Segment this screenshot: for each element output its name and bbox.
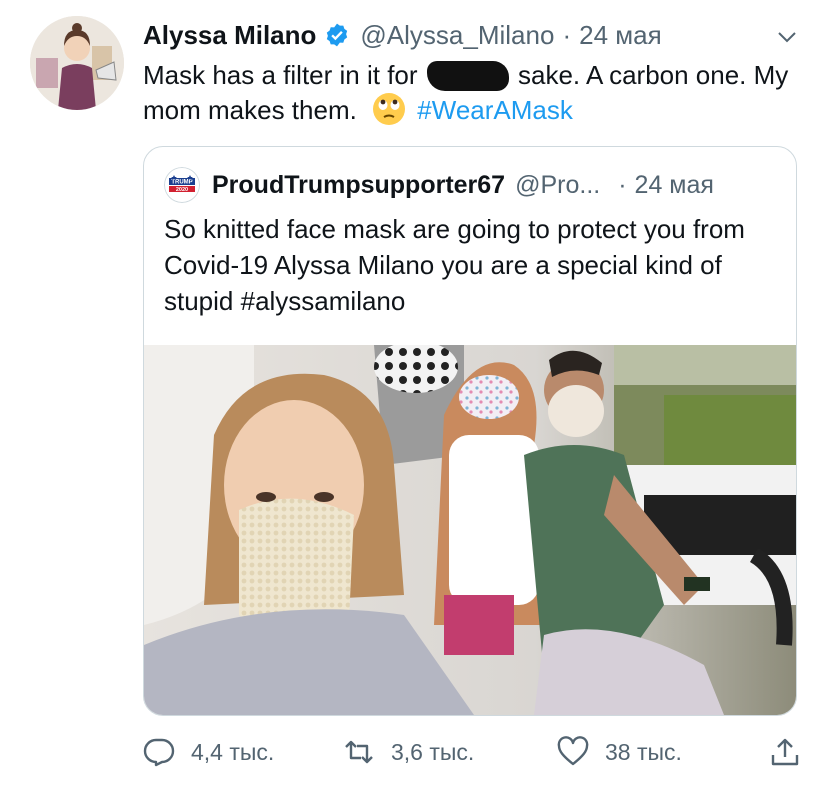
quoted-text: So knitted face mask are going to protec…	[164, 214, 745, 316]
tweet-header: Alyssa Milano @Alyssa_Milano · 24 мая	[143, 20, 803, 50]
tweet-text: Mask has a filter in it for sake. A carb…	[143, 58, 813, 127]
reply-icon	[143, 738, 175, 767]
author-handle[interactable]: @Alyssa_Milano	[360, 20, 554, 51]
tweet-date[interactable]: 24 мая	[579, 20, 662, 51]
quoted-separator-dot: ·	[618, 170, 627, 199]
tweet-actions: 4,4 тыс. 3,6 тыс. 38 тыс.	[143, 732, 813, 772]
quoted-author-handle[interactable]: @Pro...	[515, 171, 600, 200]
face-with-rolling-eyes-icon	[373, 93, 406, 125]
share-button[interactable]	[769, 732, 817, 772]
hashtag-link[interactable]: #WearAMask	[417, 95, 573, 125]
quoted-date[interactable]: 24 мая	[635, 171, 714, 200]
like-count: 38 тыс.	[605, 738, 682, 765]
verified-badge-icon	[327, 23, 348, 47]
quoted-avatar-text-1: TRUMP	[171, 180, 192, 186]
quoted-tweet-card[interactable]: TRUMP 2020 ProudTrumpsupporter67 @Pro...…	[143, 146, 797, 716]
quoted-photo[interactable]	[144, 345, 796, 715]
redaction-mark	[426, 61, 509, 91]
quoted-avatar[interactable]: TRUMP 2020	[164, 167, 200, 203]
heart-icon	[557, 736, 589, 766]
quoted-header: TRUMP 2020 ProudTrumpsupporter67 @Pro...…	[164, 167, 784, 203]
avatar-illustration	[30, 16, 124, 110]
retweet-count: 3,6 тыс.	[391, 738, 475, 765]
separator-dot: ·	[562, 19, 572, 50]
author-avatar[interactable]	[30, 16, 124, 110]
share-icon	[771, 738, 799, 766]
tweet-text-part1: Mask has a filter in it for	[143, 60, 418, 90]
quoted-avatar-text-2: 2020	[176, 187, 188, 193]
quoted-author-name[interactable]: ProudTrumpsupporter67	[212, 171, 505, 200]
like-button[interactable]: 38 тыс.	[557, 732, 682, 772]
reply-button[interactable]: 4,4 тыс.	[143, 732, 274, 772]
retweet-button[interactable]: 3,6 тыс.	[343, 732, 474, 772]
retweet-icon	[345, 740, 373, 764]
chevron-down-icon[interactable]	[776, 26, 798, 48]
reply-count: 4,4 тыс.	[191, 738, 275, 765]
author-name[interactable]: Alyssa Milano	[143, 20, 316, 51]
